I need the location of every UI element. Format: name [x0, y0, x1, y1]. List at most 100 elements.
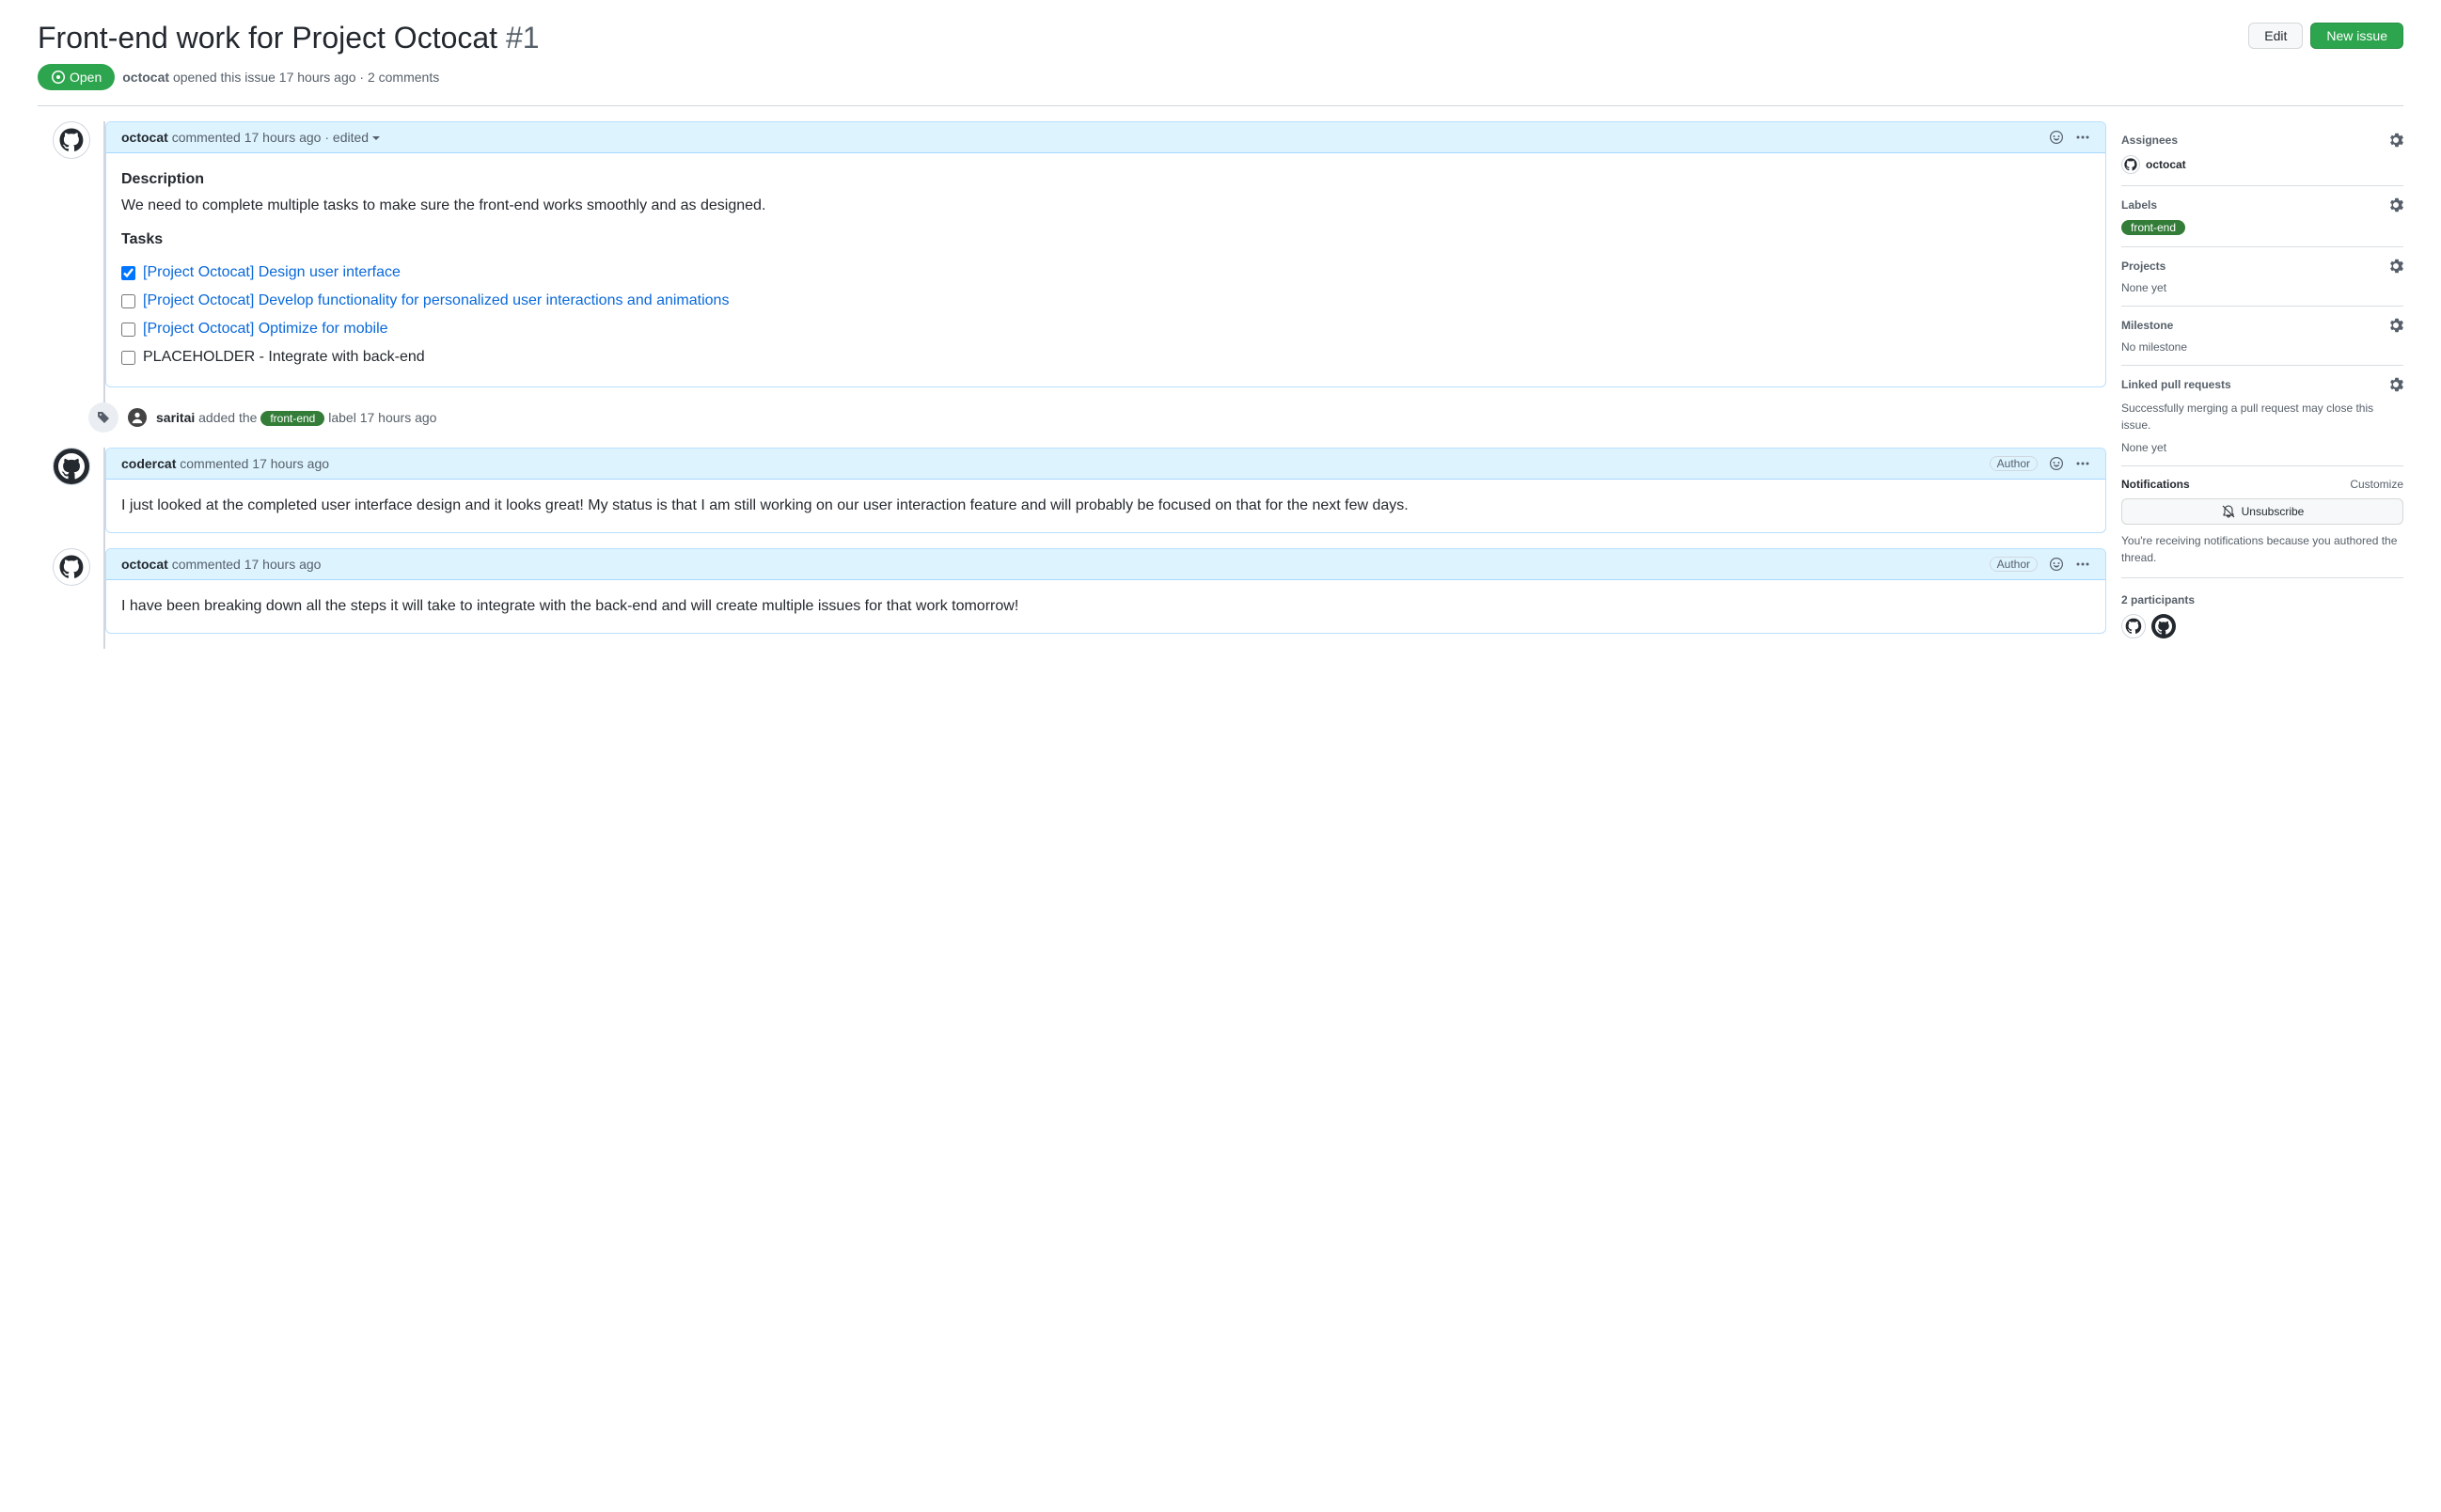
- unsubscribe-button[interactable]: Unsubscribe: [2121, 498, 2403, 525]
- body-paragraph: I have been breaking down all the steps …: [121, 595, 2090, 618]
- kebab-icon: [2075, 456, 2090, 471]
- edited-indicator[interactable]: · edited: [324, 130, 380, 145]
- linked-prs-body: None yet: [2121, 441, 2403, 454]
- task-list: [Project Octocat] Design user interface …: [121, 259, 2090, 371]
- author-badge: Author: [1990, 456, 2038, 471]
- add-reaction-button[interactable]: [2049, 130, 2064, 145]
- body-heading: Tasks: [121, 228, 2090, 251]
- event-label-pill[interactable]: front-end: [260, 411, 324, 426]
- task-checkbox[interactable]: [121, 351, 135, 365]
- gear-icon: [2388, 197, 2403, 213]
- author-badge: Author: [1990, 557, 2038, 572]
- octocat-icon: [2123, 157, 2138, 172]
- event-badge: [88, 402, 118, 433]
- event-actor-avatar[interactable]: [128, 408, 147, 427]
- comment-menu-button[interactable]: [2075, 456, 2090, 471]
- body-paragraph: I just looked at the completed user inte…: [121, 495, 2090, 517]
- person-icon: [131, 411, 144, 424]
- kebab-icon: [2075, 557, 2090, 572]
- edit-button[interactable]: Edit: [2248, 23, 2303, 49]
- task-link[interactable]: [Project Octocat] Design user interface: [143, 261, 401, 284]
- comment-menu-button[interactable]: [2075, 557, 2090, 572]
- linked-prs-gear-button[interactable]: [2388, 377, 2403, 392]
- task-item: [Project Octocat] Design user interface: [121, 259, 2090, 287]
- comment-header-left: codercat commented 17 hours ago: [121, 456, 329, 471]
- projects-gear-button[interactable]: [2388, 259, 2403, 274]
- task-item: [Project Octocat] Develop functionality …: [121, 287, 2090, 315]
- participant-avatar[interactable]: [2121, 614, 2146, 638]
- bell-slash-icon: [2221, 504, 2236, 519]
- avatar-octocat[interactable]: [53, 548, 90, 586]
- sidebar-milestone-title: Milestone: [2121, 319, 2173, 332]
- avatar-codercat[interactable]: [53, 448, 90, 485]
- tag-icon: [96, 410, 111, 425]
- linked-prs-desc: Successfully merging a pull request may …: [2121, 400, 2403, 433]
- task-item: [Project Octocat] Optimize for mobile: [121, 315, 2090, 343]
- comment-meta: commented 17 hours ago: [172, 557, 322, 572]
- gear-icon: [2388, 318, 2403, 333]
- issue-title-text: Front-end work for Project Octocat: [38, 21, 497, 55]
- header-divider: [38, 105, 2403, 106]
- sidebar-milestone-body: No milestone: [2121, 340, 2403, 354]
- body-paragraph: We need to complete multiple tasks to ma…: [121, 195, 2090, 217]
- github-mark-icon: [58, 453, 85, 480]
- sidebar-notifications-title: Notifications: [2121, 478, 2190, 491]
- sidebar-projects-title: Projects: [2121, 260, 2165, 273]
- issue-open-icon: [51, 70, 66, 85]
- sidebar-assignees-title: Assignees: [2121, 134, 2178, 147]
- gear-icon: [2388, 377, 2403, 392]
- issue-opened-text: opened this issue 17 hours ago · 2 comme…: [173, 70, 439, 85]
- comment-header-left: octocat commented 17 hours ago: [121, 557, 321, 572]
- octocat-icon: [2124, 617, 2143, 636]
- kebab-icon: [2075, 130, 2090, 145]
- comment-meta: commented 17 hours ago: [180, 456, 329, 471]
- issue-meta: octocat opened this issue 17 hours ago ·…: [122, 70, 439, 85]
- task-link[interactable]: [Project Octocat] Develop functionality …: [143, 290, 729, 312]
- participant-avatar[interactable]: [2151, 614, 2176, 638]
- labels-gear-button[interactable]: [2388, 197, 2403, 213]
- issue-title: Front-end work for Project Octocat #1: [38, 19, 540, 56]
- assignees-gear-button[interactable]: [2388, 133, 2403, 148]
- event-text: saritai added the front-end label 17 hou…: [156, 410, 436, 426]
- new-issue-button[interactable]: New issue: [2310, 23, 2403, 49]
- caret-down-icon: [372, 136, 380, 140]
- comment-meta: commented 17 hours ago: [172, 130, 322, 145]
- milestone-gear-button[interactable]: [2388, 318, 2403, 333]
- task-text: PLACEHOLDER - Integrate with back-end: [143, 346, 425, 369]
- smiley-icon: [2049, 557, 2064, 572]
- comment: octocat commented 17 hours ago Author I …: [105, 548, 2106, 634]
- gear-icon: [2388, 259, 2403, 274]
- comment-author-link[interactable]: codercat: [121, 456, 176, 471]
- smiley-icon: [2049, 130, 2064, 145]
- task-link[interactable]: [Project Octocat] Optimize for mobile: [143, 318, 388, 340]
- github-mark-icon: [2155, 618, 2172, 635]
- add-reaction-button[interactable]: [2049, 456, 2064, 471]
- customize-link[interactable]: Customize: [2350, 478, 2403, 491]
- assignee-item[interactable]: octocat: [2121, 155, 2403, 174]
- issue-number: #1: [506, 21, 540, 55]
- avatar-octocat[interactable]: [53, 121, 90, 159]
- comment-author-link[interactable]: octocat: [121, 130, 168, 145]
- issue-state-text: Open: [70, 70, 102, 85]
- task-checkbox[interactable]: [121, 266, 135, 280]
- assignee-name: octocat: [2146, 158, 2186, 171]
- notification-note: You're receiving notifications because y…: [2121, 532, 2403, 566]
- comment-author-link[interactable]: octocat: [121, 557, 168, 572]
- task-checkbox[interactable]: [121, 294, 135, 308]
- event-actor-link[interactable]: saritai: [156, 410, 195, 425]
- sidebar-labels-title: Labels: [2121, 198, 2157, 212]
- label-pill[interactable]: front-end: [2121, 220, 2185, 235]
- task-checkbox[interactable]: [121, 323, 135, 337]
- sidebar-linked-prs-title: Linked pull requests: [2121, 378, 2231, 391]
- unsubscribe-label: Unsubscribe: [2242, 505, 2305, 518]
- comment-menu-button[interactable]: [2075, 130, 2090, 145]
- timeline-event: saritai added the front-end label 17 hou…: [90, 402, 2106, 433]
- octocat-icon: [57, 553, 86, 581]
- smiley-icon: [2049, 456, 2064, 471]
- octocat-icon: [57, 126, 86, 154]
- body-heading: Description: [121, 168, 2090, 191]
- task-item: PLACEHOLDER - Integrate with back-end: [121, 343, 2090, 371]
- gear-icon: [2388, 133, 2403, 148]
- issue-author-link[interactable]: octocat: [122, 70, 169, 85]
- add-reaction-button[interactable]: [2049, 557, 2064, 572]
